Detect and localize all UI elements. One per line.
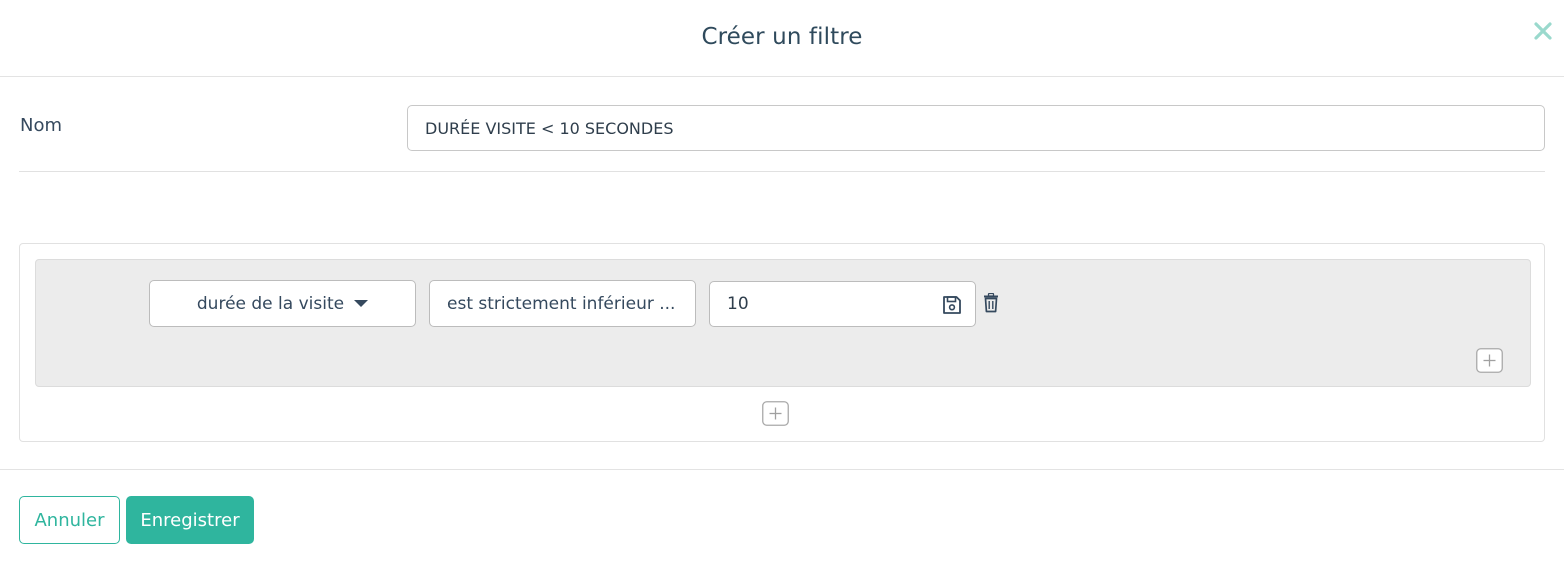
name-label: Nom: [20, 115, 63, 136]
field-select[interactable]: durée de la visite: [149, 280, 416, 327]
save-icon[interactable]: [941, 294, 963, 316]
divider: [19, 171, 1545, 172]
add-rule-button[interactable]: [1476, 348, 1503, 373]
close-icon[interactable]: [1530, 18, 1556, 44]
footer-divider: [0, 469, 1564, 470]
create-filter-dialog: Créer un filtre Nom durée de la visite e…: [0, 0, 1564, 566]
add-group-button[interactable]: [762, 401, 789, 426]
cancel-button[interactable]: Annuler: [19, 496, 120, 544]
dialog-title: Créer un filtre: [701, 24, 863, 50]
rule-group: durée de la visite est strictement infér…: [35, 259, 1531, 387]
trash-icon[interactable]: [982, 292, 1000, 313]
field-select-label: durée de la visite: [196, 293, 345, 314]
save-button[interactable]: Enregistrer: [126, 496, 254, 544]
chevron-down-icon: [354, 300, 369, 307]
value-field: [709, 281, 976, 327]
rules-container: durée de la visite est strictement infér…: [19, 243, 1545, 442]
operator-select-label: est strictement inférieur ...: [447, 293, 676, 314]
operator-select[interactable]: est strictement inférieur ...: [429, 280, 696, 327]
dialog-header: Créer un filtre: [0, 0, 1564, 77]
name-input[interactable]: [407, 105, 1545, 151]
value-input[interactable]: [710, 282, 930, 326]
